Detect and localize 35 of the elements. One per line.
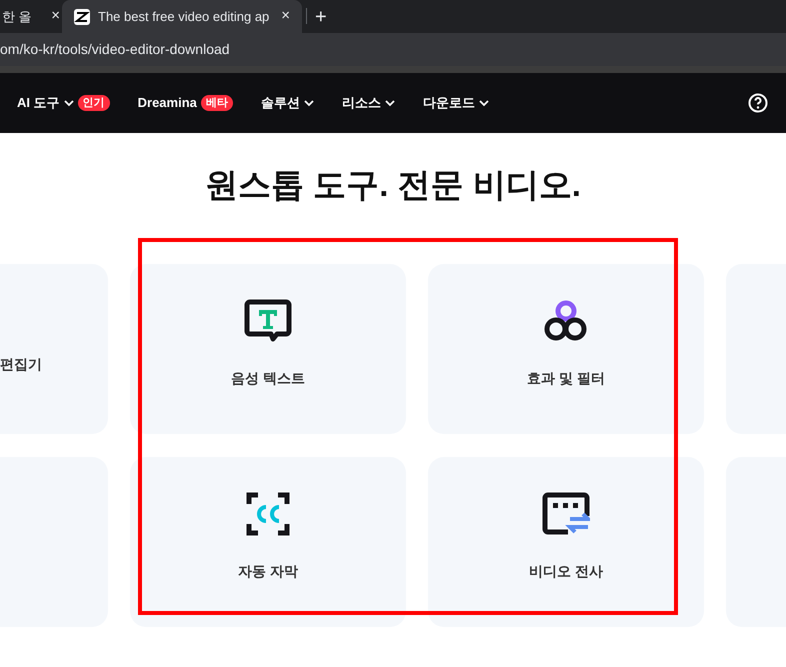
nav-badge: 인기 — [78, 95, 110, 111]
help-icon[interactable] — [748, 93, 768, 113]
card-label: 자동 자막 — [238, 562, 298, 581]
tool-card[interactable]: 비디오 전사 — [428, 457, 704, 627]
chevron-down-icon — [384, 100, 395, 106]
card-label: 효과 및 필터 — [527, 369, 605, 388]
tool-card[interactable]: 편집기 — [0, 264, 108, 434]
nav-badge: 베타 — [200, 95, 233, 111]
browser-tab[interactable]: The best free video editing ap × — [62, 0, 302, 33]
app-logo-icon — [74, 8, 90, 24]
section-heading: 원스톱 도구. 전문 비디오. — [204, 165, 582, 205]
address-bar[interactable]: om/ko-kr/tools/video-editor-download — [0, 33, 786, 73]
new-tab-button[interactable]: + — [307, 0, 335, 33]
tab-title: 한 올 — [2, 8, 33, 26]
close-tab-button[interactable]: × — [281, 5, 290, 28]
nav-menu-item[interactable]: AI 도구 — [17, 93, 60, 113]
chevron-down-icon — [478, 100, 489, 106]
cc-captions-icon — [246, 492, 290, 536]
nav-menu-item[interactable]: 다운로드 — [422, 93, 475, 113]
chevron-down-icon — [64, 100, 74, 106]
nav-menu-item[interactable]: 솔루션 — [260, 93, 300, 113]
screen-swap-arrows-icon — [542, 492, 590, 536]
tool-card[interactable]: 효과 및 필터 — [428, 264, 704, 434]
tool-card[interactable]: 자동 자막 — [130, 457, 406, 627]
card-label: 음성 텍스트 — [230, 369, 305, 388]
card-label: 편집기 — [0, 354, 42, 374]
card-label: 비디오 전사 — [529, 562, 603, 581]
tool-card[interactable]: 음성 텍스트 — [130, 264, 406, 434]
nav-menu-item[interactable]: Dreamina — [138, 93, 197, 113]
close-tab-button[interactable]: × — [51, 5, 60, 28]
chevron-down-icon — [304, 100, 314, 106]
nav-menu-item[interactable]: 리소스 — [342, 93, 381, 113]
url-text: om/ko-kr/tools/video-editor-download — [0, 40, 230, 59]
tab-title: The best free video editing ap — [98, 8, 270, 26]
text-speech-bubble-icon — [244, 299, 292, 343]
